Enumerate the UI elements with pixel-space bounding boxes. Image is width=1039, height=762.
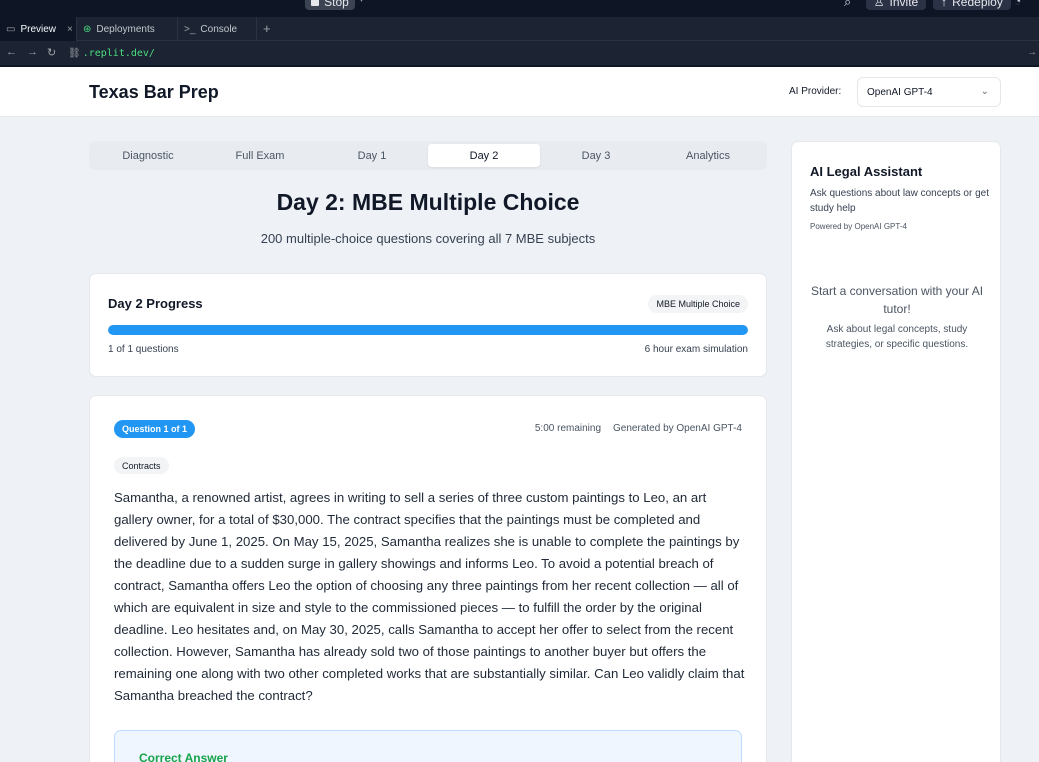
assistant-empty-hint: Ask about legal concepts, study strategi… — [825, 324, 969, 350]
progress-title: Day 2 Progress — [108, 296, 203, 311]
time-remaining: 5:00 remaining — [534, 423, 602, 434]
stop-button[interactable]: Stop — [305, 0, 355, 10]
tab-label: Deployments — [96, 23, 155, 35]
progress-card: Day 2 Progress MBE Multiple Choice 1 of … — [89, 273, 767, 377]
ai-assistant-panel: AI Legal Assistant Ask questions about l… — [791, 141, 1001, 762]
question-card: Question 1 of 1 5:00 remaining Generated … — [89, 395, 767, 762]
tab-label: Console — [200, 23, 238, 35]
close-icon[interactable]: × — [67, 24, 73, 35]
question-number-badge: Question 1 of 1 — [114, 420, 196, 438]
progress-bar — [108, 325, 748, 335]
tab-day-1[interactable]: Day 1 — [316, 144, 428, 167]
redeploy-icon: ↑ — [941, 0, 948, 9]
link-icon: ⛓ — [68, 48, 81, 59]
tab-preview[interactable]: ▭ Preview × — [0, 17, 77, 41]
open-external-icon[interactable]: → — [1027, 47, 1037, 58]
chevron-down-icon: ⌄ — [980, 86, 989, 97]
provider-select[interactable]: OpenAI GPT-4 ⌄ — [857, 77, 1001, 107]
tab-label: Preview — [20, 23, 57, 35]
url-field[interactable]: ⛓ .replit.dev/ — [68, 48, 155, 59]
chevron-down-icon[interactable]: ▾ — [359, 0, 364, 5]
url-value: .replit.dev/ — [82, 48, 155, 59]
subject-tag: Contracts — [114, 457, 169, 474]
invite-label: Invite — [889, 0, 919, 9]
terminal-icon: >_ — [184, 23, 196, 35]
provider-label: AI Provider: — [789, 86, 842, 97]
generated-by: Generated by OpenAI GPT-4 — [613, 423, 742, 434]
assistant-empty-title: Start a conversation with your AI tutor! — [810, 284, 984, 316]
tab-day-2[interactable]: Day 2 — [428, 144, 540, 167]
correct-answer-label: Correct Answer — [139, 751, 228, 762]
app-title: Texas Bar Prep — [89, 82, 219, 102]
page-subtitle: 200 multiple-choice questions covering a… — [260, 231, 596, 246]
tab-deployments[interactable]: ⊛ Deployments — [77, 17, 178, 41]
search-icon[interactable]: ⌕ — [844, 0, 851, 10]
forward-icon[interactable]: → — [27, 46, 38, 58]
tab-diagnostic[interactable]: Diagnostic — [92, 144, 204, 167]
progress-count: 1 of 1 questions — [108, 344, 179, 355]
exam-tabs: Diagnostic Full Exam Day 1 Day 2 Day 3 A… — [89, 141, 767, 170]
assistant-powered-by: Powered by OpenAI GPT-4 — [810, 222, 907, 231]
add-tab-icon[interactable]: + — [263, 21, 271, 36]
exam-simulation-text: 6 hour exam simulation — [644, 344, 748, 355]
ide-top-bar: Stop ▾ ⌕ ♙ Invite ↑ Redeploy ◔ — [0, 0, 1039, 17]
deploy-icon: ⊛ — [83, 23, 92, 35]
stop-label: Stop — [324, 0, 349, 9]
redeploy-label: Redeploy — [952, 0, 1003, 9]
invite-button[interactable]: ♙ Invite — [866, 0, 926, 10]
tab-analytics[interactable]: Analytics — [652, 144, 764, 167]
page-title: Day 2: MBE Multiple Choice — [276, 189, 580, 215]
back-icon[interactable]: ← — [6, 46, 17, 58]
app-header: Texas Bar Prep AI Provider: OpenAI GPT-4… — [0, 67, 1039, 117]
progress-fill — [108, 325, 748, 335]
provider-value: OpenAI GPT-4 — [867, 87, 933, 98]
stop-icon — [311, 0, 320, 6]
question-meta: 5:00 remaining Generated by OpenAI GPT-4 — [535, 423, 742, 434]
progress-badge: MBE Multiple Choice — [648, 295, 748, 313]
sync-icon[interactable]: ◔ — [1014, 0, 1021, 8]
url-bar: ← → ↻ ⛓ .replit.dev/ → — [0, 41, 1039, 67]
assistant-title: AI Legal Assistant — [810, 164, 923, 179]
tab-console[interactable]: >_ Console — [178, 17, 257, 41]
tab-day-3[interactable]: Day 3 — [540, 144, 652, 167]
assistant-description: Ask questions about law concepts or get … — [810, 188, 989, 214]
user-icon: ♙ — [873, 0, 885, 9]
question-text: Samantha, a renowned artist, agrees in w… — [114, 490, 745, 703]
redeploy-button[interactable]: ↑ Redeploy — [933, 0, 1011, 10]
reload-icon[interactable]: ↻ — [47, 46, 56, 59]
ide-tab-bar: ▭ Preview × ⊛ Deployments >_ Console + — [0, 17, 1039, 41]
correct-answer-box: Correct Answer — [114, 730, 742, 762]
tab-full-exam[interactable]: Full Exam — [204, 144, 316, 167]
monitor-icon: ▭ — [6, 23, 16, 35]
